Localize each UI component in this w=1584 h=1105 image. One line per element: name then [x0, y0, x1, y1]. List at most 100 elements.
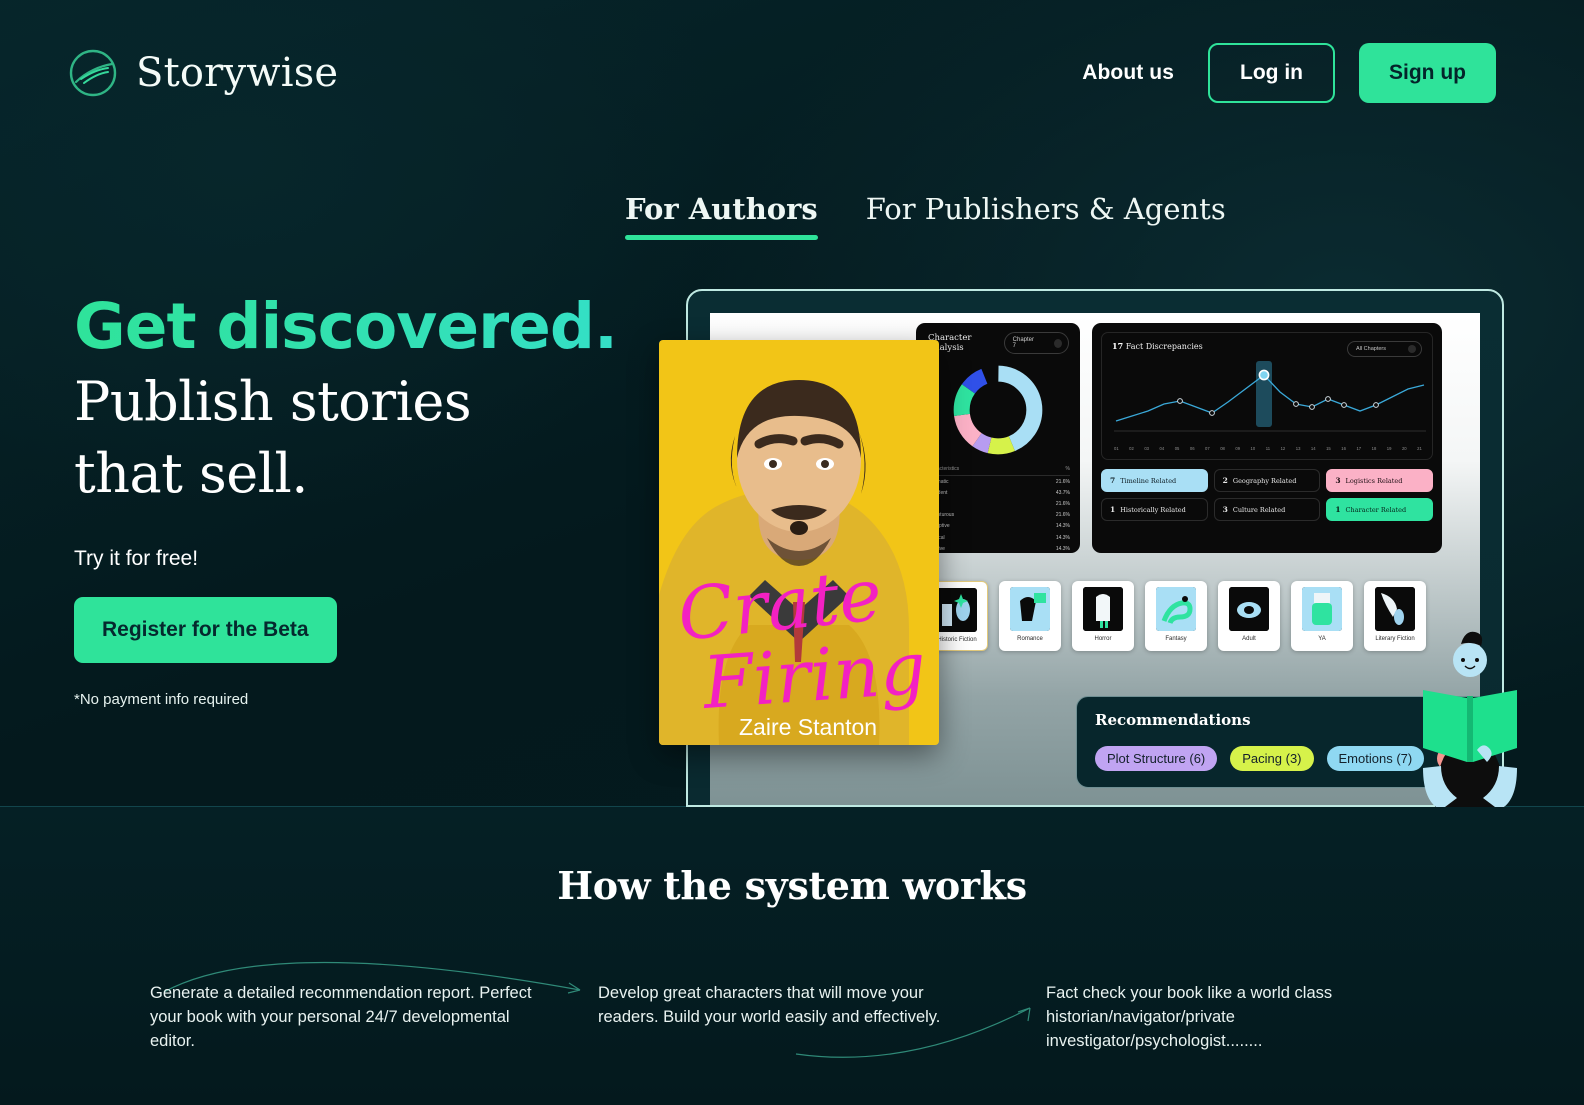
genre-label: Historic Fiction [937, 637, 977, 643]
genre-label: Literary Fiction [1375, 636, 1415, 642]
fact-chip-logistics[interactable]: 3 Logistics Related [1326, 469, 1433, 492]
register-beta-button[interactable]: Register for the Beta [74, 596, 337, 663]
x-tick: 08 [1220, 446, 1225, 451]
how-it-works-section: How the system works Generate a detailed… [0, 807, 1584, 1105]
how-it-works-title: How the system works [557, 863, 1027, 908]
signup-button[interactable]: Sign up [1359, 43, 1496, 103]
x-tick: 15 [1326, 446, 1331, 451]
rec-chip-pacing[interactable]: Pacing (3) [1230, 746, 1314, 771]
login-button[interactable]: Log in [1208, 43, 1335, 103]
col-pct: % [1065, 466, 1070, 472]
step-1-text: Generate a detailed recommendation repor… [150, 984, 532, 1050]
x-tick: 12 [1280, 446, 1286, 451]
table-row: Witty 21.6% [926, 498, 1070, 509]
chip-count: 3 [1222, 505, 1228, 514]
table-row: Physical 14.3% [926, 532, 1070, 543]
chevron-down-icon [1408, 345, 1416, 353]
hero-headline-line2: Publish stories [74, 369, 472, 433]
trait-pct: 21.6% [1055, 512, 1070, 519]
genre-label: Adult [1242, 636, 1256, 642]
hero-section: Storywise About us Log in Sign up For Au… [0, 0, 1584, 810]
all-chapters-value: All Chapters [1356, 346, 1386, 352]
genre-card-adult[interactable]: Adult [1218, 581, 1280, 651]
fact-chip-historically[interactable]: 1 Historically Related [1101, 498, 1208, 521]
step-3: Fact check your book like a world class … [1046, 982, 1434, 1054]
nav-about-us[interactable]: About us [1048, 61, 1208, 85]
genre-card-fantasy[interactable]: Fantasy [1145, 581, 1207, 651]
genre-label: YA [1318, 636, 1326, 642]
character-analysis-panel: Character Analysis Chapter 7 Characteris… [916, 323, 1080, 553]
table-header: Characteristics % [926, 466, 1070, 476]
adult-icon [1229, 587, 1269, 631]
trait-pct: 14.3% [1055, 545, 1070, 552]
ya-icon [1302, 587, 1342, 631]
reader-illustration [1423, 631, 1517, 810]
fact-chip-geography[interactable]: 2 Geography Related [1213, 469, 1321, 492]
step-3-text: Fact check your book like a world class … [1046, 984, 1333, 1050]
hero-copy: Get discovered. Publish stories that sel… [74, 294, 634, 708]
character-panel-header: Character Analysis Chapter 7 [916, 323, 1080, 358]
fact-chart-x-axis: 01 02 03 04 05 06 07 08 09 10 11 12 13 1… [1114, 446, 1422, 451]
all-chapters-select[interactable]: All Chapters [1347, 341, 1422, 357]
try-free-text: Try it for free! [74, 546, 199, 570]
fact-category-chips: 7 Timeline Related 2 Geography Related 3… [1101, 469, 1433, 521]
book-author: Zaire Stanton [739, 714, 877, 740]
fact-count: 17 [1112, 341, 1124, 351]
character-donut-chart [916, 362, 1080, 458]
fact-chart-card: 17 Fact Discrepancies All Chapters 01 02… [1101, 332, 1433, 460]
x-tick: 21 [1417, 446, 1422, 451]
x-tick: 11 [1265, 446, 1271, 451]
x-tick: 05 [1174, 446, 1180, 451]
genre-card-ya[interactable]: YA [1291, 581, 1353, 651]
tab-for-publishers-agents[interactable]: For Publishers & Agents [866, 192, 1226, 240]
x-tick: 14 [1310, 446, 1316, 451]
trait-pct: 21.6% [1055, 478, 1070, 485]
chip-count: 1 [1335, 505, 1341, 514]
storywise-leaf-icon [69, 49, 117, 97]
genre-card-horror[interactable]: Horror [1072, 581, 1134, 651]
x-tick: 03 [1144, 446, 1150, 451]
fact-chip-culture[interactable]: 3 Culture Related [1213, 498, 1321, 521]
chip-label: Logistics Related [1345, 477, 1403, 485]
chip-count: 3 [1335, 476, 1341, 485]
x-tick: 13 [1295, 446, 1301, 451]
trait-pct: 14.3% [1055, 523, 1070, 530]
step-2-text: Develop great characters that will move … [598, 984, 941, 1026]
chip-count: 7 [1110, 476, 1116, 485]
table-row: Perceptive 14.3% [926, 521, 1070, 532]
tab-for-authors[interactable]: For Authors [625, 192, 818, 240]
top-navigation: Storywise About us Log in Sign up [0, 0, 1584, 146]
rec-chip-plot-structure[interactable]: Plot Structure (6) [1095, 746, 1218, 771]
fact-chip-timeline[interactable]: 7 Timeline Related [1101, 469, 1208, 492]
x-tick: 06 [1189, 446, 1195, 451]
genre-label: Horror [1094, 636, 1112, 642]
literary-fiction-icon [1375, 587, 1415, 631]
character-panel-title: Character Analysis [928, 333, 972, 353]
character-traits-table: Characteristics % Pragmatic 21.6% Confid… [926, 466, 1070, 553]
step-2: Develop great characters that will move … [598, 982, 986, 1054]
rec-chip-emotions[interactable]: Emotions (7) [1326, 746, 1425, 771]
chapter-select[interactable]: Chapter 7 [1003, 332, 1069, 354]
romance-icon [1010, 587, 1050, 631]
genre-card-romance[interactable]: Romance [999, 581, 1061, 651]
fantasy-icon [1156, 587, 1196, 631]
genre-label: Fantasy [1165, 636, 1187, 642]
audience-tabs: For Authors For Publishers & Agents [625, 192, 1226, 240]
no-payment-disclaimer: *No payment info required [74, 690, 249, 708]
brand-logo[interactable]: Storywise [68, 48, 338, 98]
fact-title-text: Fact Discrepancies [1125, 342, 1203, 351]
chip-label: Culture Related [1232, 506, 1286, 514]
x-tick: 20 [1401, 446, 1407, 451]
x-tick: 18 [1371, 446, 1377, 451]
table-row: Confident 43.7% [926, 487, 1070, 498]
landing-page: Storywise About us Log in Sign up For Au… [0, 0, 1584, 1105]
genre-label: Romance [1017, 636, 1043, 642]
historic-fiction-icon [937, 588, 977, 632]
chip-count: 1 [1110, 505, 1116, 514]
x-tick: 16 [1341, 446, 1346, 451]
hero-headline-line3: that sell. [74, 442, 308, 506]
fact-chip-character[interactable]: 1 Character Related [1326, 498, 1433, 521]
x-tick: 02 [1129, 446, 1134, 451]
chip-label: Character Related [1345, 506, 1407, 514]
book-cover-art: Crate Firing Zaire Stanton [659, 340, 939, 745]
